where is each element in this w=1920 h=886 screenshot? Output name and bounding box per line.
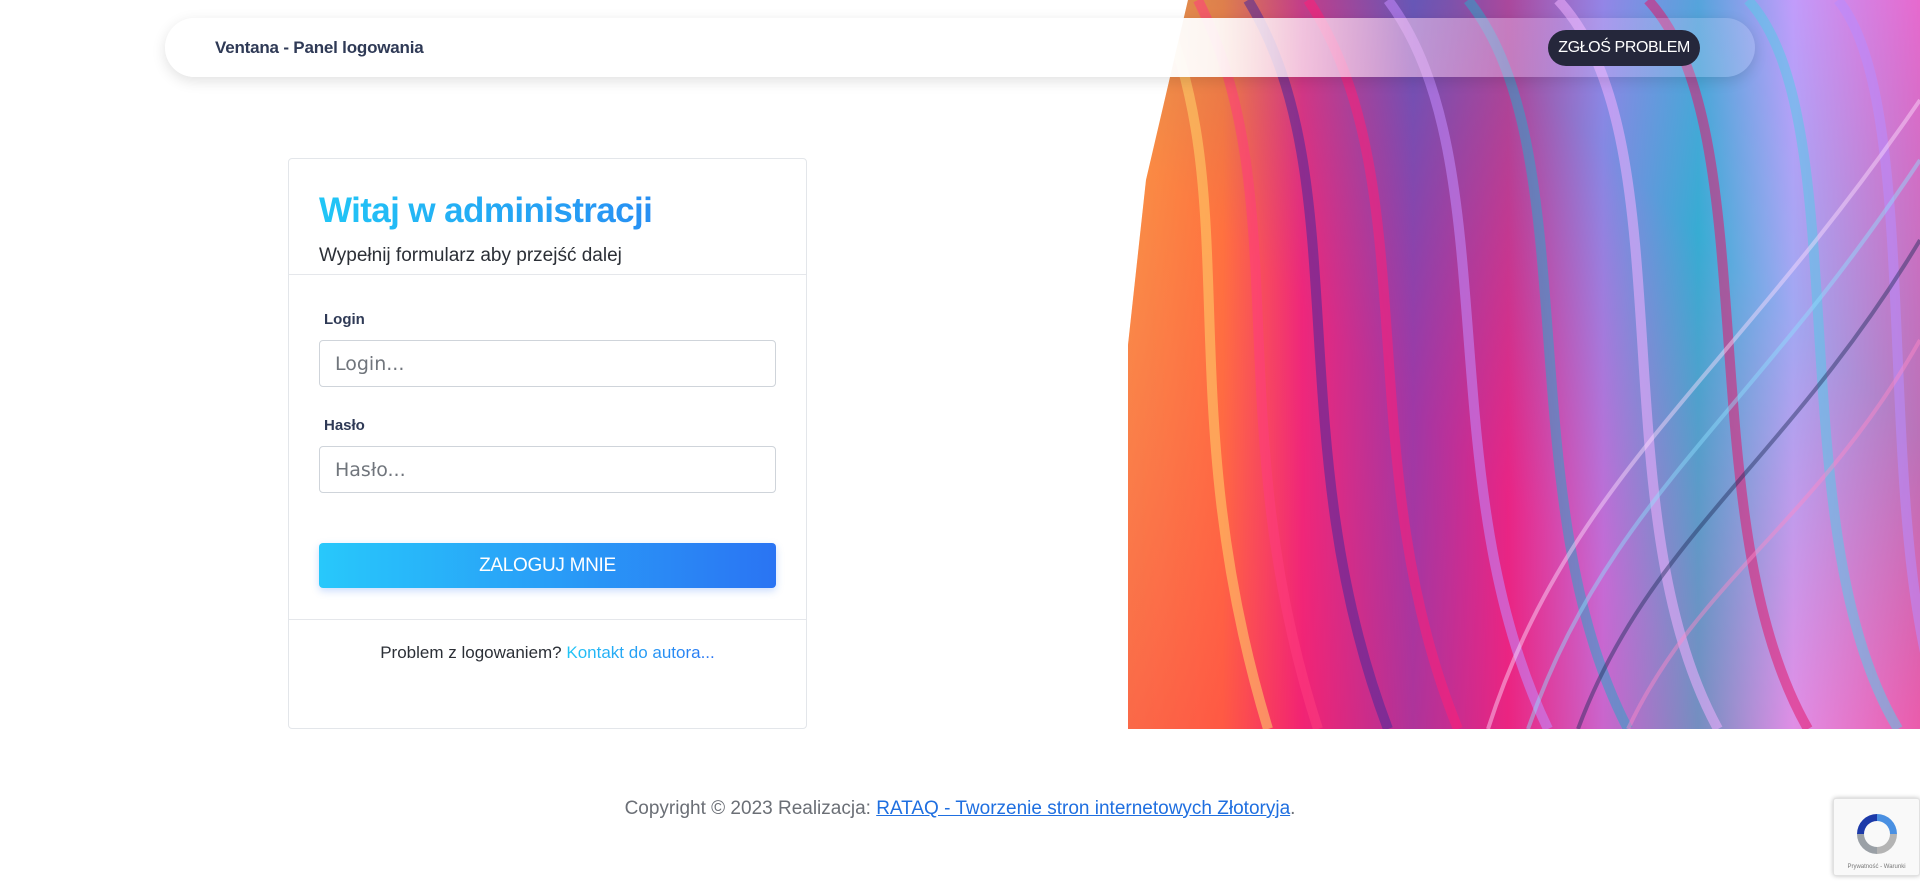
login-input[interactable] (319, 340, 776, 387)
login-help-text: Problem z logowaniem? (380, 643, 562, 662)
author-website-link[interactable]: RATAQ - Tworzenie stron internetowych Zł… (876, 798, 1290, 819)
report-problem-button[interactable]: ZGŁOŚ PROBLEM (1548, 29, 1700, 66)
login-label: Login (324, 311, 365, 328)
contact-author-link[interactable]: Kontakt do autora... (566, 643, 714, 662)
recaptcha-badge[interactable]: Prywatność - Warunki (1833, 798, 1920, 876)
login-title: Witaj w administracji (319, 189, 776, 233)
password-label: Hasło (324, 417, 365, 434)
abstract-swirl-image (1128, 0, 1920, 729)
login-card-footer: Problem z logowaniem? Kontakt do autora.… (289, 620, 806, 663)
brand-title: Ventana - Panel logowania (215, 37, 424, 57)
recaptcha-terms[interactable]: Prywatność - Warunki (1834, 864, 1919, 870)
password-input[interactable] (319, 446, 776, 493)
login-submit-button[interactable]: ZALOGUJ MNIE (319, 543, 776, 588)
background-artwork (1128, 0, 1920, 729)
login-card: Witaj w administracji Wypełnij formularz… (288, 158, 807, 729)
login-form: Login Hasło ZALOGUJ MNIE (289, 275, 806, 620)
page-footer: Copyright © 2023 Realizacja: RATAQ - Two… (0, 798, 1920, 820)
recaptcha-icon (1857, 814, 1897, 854)
top-navbar: Ventana - Panel logowania ZGŁOŚ PROBLEM (165, 18, 1755, 77)
footer-period: . (1290, 798, 1296, 819)
copyright-text: Copyright © 2023 Realizacja: (624, 798, 871, 819)
login-subtitle: Wypełnij formularz aby przejść dalej (319, 245, 622, 266)
login-card-header: Witaj w administracji Wypełnij formularz… (289, 159, 806, 275)
